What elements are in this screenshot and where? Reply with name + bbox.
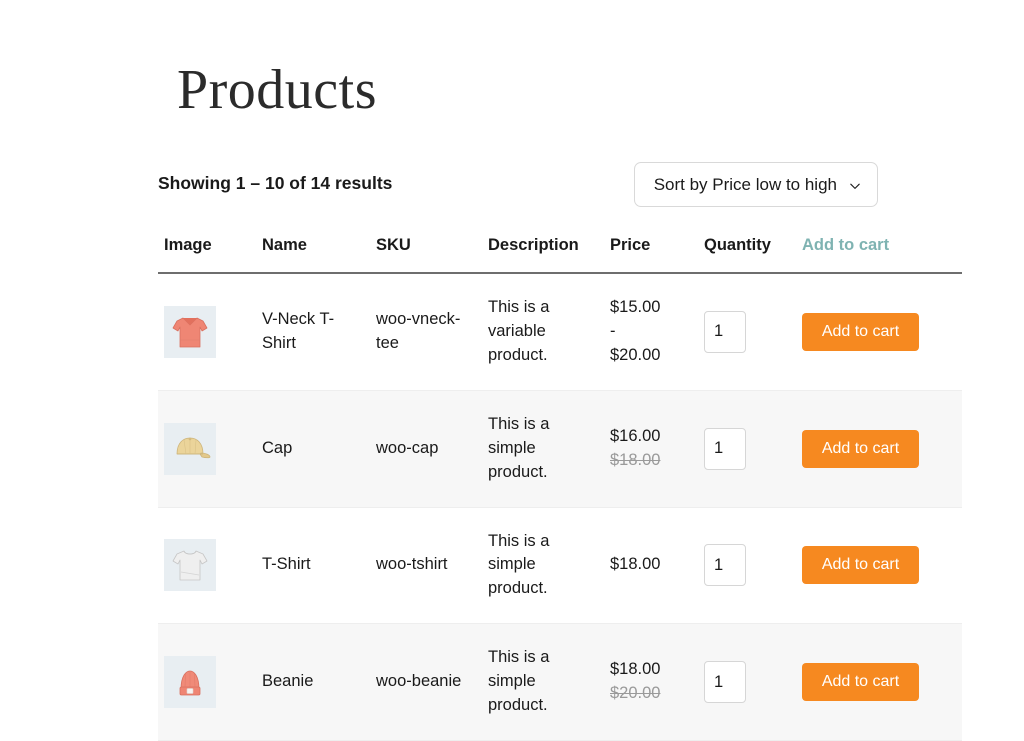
results-count: Showing 1 – 10 of 14 results <box>158 173 392 194</box>
product-price: $16.00 $18.00 <box>604 390 698 507</box>
beanie-thumbnail <box>164 656 216 708</box>
products-table: Image Name SKU Description Price Quantit… <box>158 236 962 741</box>
table-row: V-Neck T-Shirt woo-vneck-tee This is a v… <box>158 273 962 390</box>
product-sku: woo-vneck-tee <box>370 273 482 390</box>
product-add-to-cart-cell: Add to cart <box>796 624 962 741</box>
product-image-cell <box>158 273 256 390</box>
product-sku: woo-beanie <box>370 624 482 741</box>
sort-dropdown[interactable]: Sort by Price low to high <box>634 162 878 207</box>
product-quantity-cell <box>698 390 796 507</box>
product-price: $18.00 $20.00 <box>604 624 698 741</box>
column-header-add-to-cart: Add to cart <box>796 236 962 273</box>
quantity-input[interactable] <box>704 544 746 586</box>
add-to-cart-button[interactable]: Add to cart <box>802 430 919 468</box>
cap-thumbnail <box>164 423 216 475</box>
results-bar: Showing 1 – 10 of 14 results Sort by Pri… <box>158 162 878 208</box>
column-header-sku: SKU <box>370 236 482 273</box>
column-header-quantity: Quantity <box>698 236 796 273</box>
price-high: $20.00 <box>610 344 692 368</box>
product-name: Beanie <box>256 624 370 741</box>
quantity-input[interactable] <box>704 428 746 470</box>
sort-dropdown-label: Sort by Price low to high <box>654 175 837 195</box>
product-price: $15.00 - $20.00 <box>604 273 698 390</box>
product-image-cell <box>158 624 256 741</box>
product-quantity-cell <box>698 624 796 741</box>
product-name: V-Neck T-Shirt <box>256 273 370 390</box>
price-current: $18.00 <box>610 658 692 682</box>
price-low: $15.00 <box>610 296 692 320</box>
product-sku: woo-tshirt <box>370 507 482 624</box>
product-quantity-cell <box>698 273 796 390</box>
product-name: Cap <box>256 390 370 507</box>
column-header-description: Description <box>482 236 604 273</box>
price-separator: - <box>610 320 692 344</box>
product-description: This is a simple product. <box>482 390 604 507</box>
column-header-name: Name <box>256 236 370 273</box>
add-to-cart-button[interactable]: Add to cart <box>802 546 919 584</box>
product-add-to-cart-cell: Add to cart <box>796 390 962 507</box>
product-quantity-cell <box>698 507 796 624</box>
page-title: Products <box>177 60 377 122</box>
add-to-cart-button[interactable]: Add to cart <box>802 663 919 701</box>
column-header-image: Image <box>158 236 256 273</box>
price-original: $18.00 <box>610 449 692 473</box>
add-to-cart-button[interactable]: Add to cart <box>802 313 919 351</box>
product-description: This is a variable product. <box>482 273 604 390</box>
vneck-tshirt-thumbnail <box>164 306 216 358</box>
table-header-row: Image Name SKU Description Price Quantit… <box>158 236 962 273</box>
product-sku: woo-cap <box>370 390 482 507</box>
table-row: Cap woo-cap This is a simple product. $1… <box>158 390 962 507</box>
chevron-down-icon <box>849 179 861 191</box>
column-header-price: Price <box>604 236 698 273</box>
product-image-cell <box>158 390 256 507</box>
product-description: This is a simple product. <box>482 624 604 741</box>
product-description: This is a simple product. <box>482 507 604 624</box>
quantity-input[interactable] <box>704 311 746 353</box>
product-name: T-Shirt <box>256 507 370 624</box>
price-original: $20.00 <box>610 682 692 706</box>
product-add-to-cart-cell: Add to cart <box>796 273 962 390</box>
tshirt-thumbnail <box>164 539 216 591</box>
table-row: Beanie woo-beanie This is a simple produ… <box>158 624 962 741</box>
table-body: V-Neck T-Shirt woo-vneck-tee This is a v… <box>158 273 962 741</box>
table-header: Image Name SKU Description Price Quantit… <box>158 236 962 273</box>
price-current: $16.00 <box>610 425 692 449</box>
quantity-input[interactable] <box>704 661 746 703</box>
product-add-to-cart-cell: Add to cart <box>796 507 962 624</box>
table-row: T-Shirt woo-tshirt This is a simple prod… <box>158 507 962 624</box>
price-current: $18.00 <box>610 553 692 577</box>
product-image-cell <box>158 507 256 624</box>
product-price: $18.00 <box>604 507 698 624</box>
products-page: Products Showing 1 – 10 of 14 results So… <box>0 0 1024 678</box>
